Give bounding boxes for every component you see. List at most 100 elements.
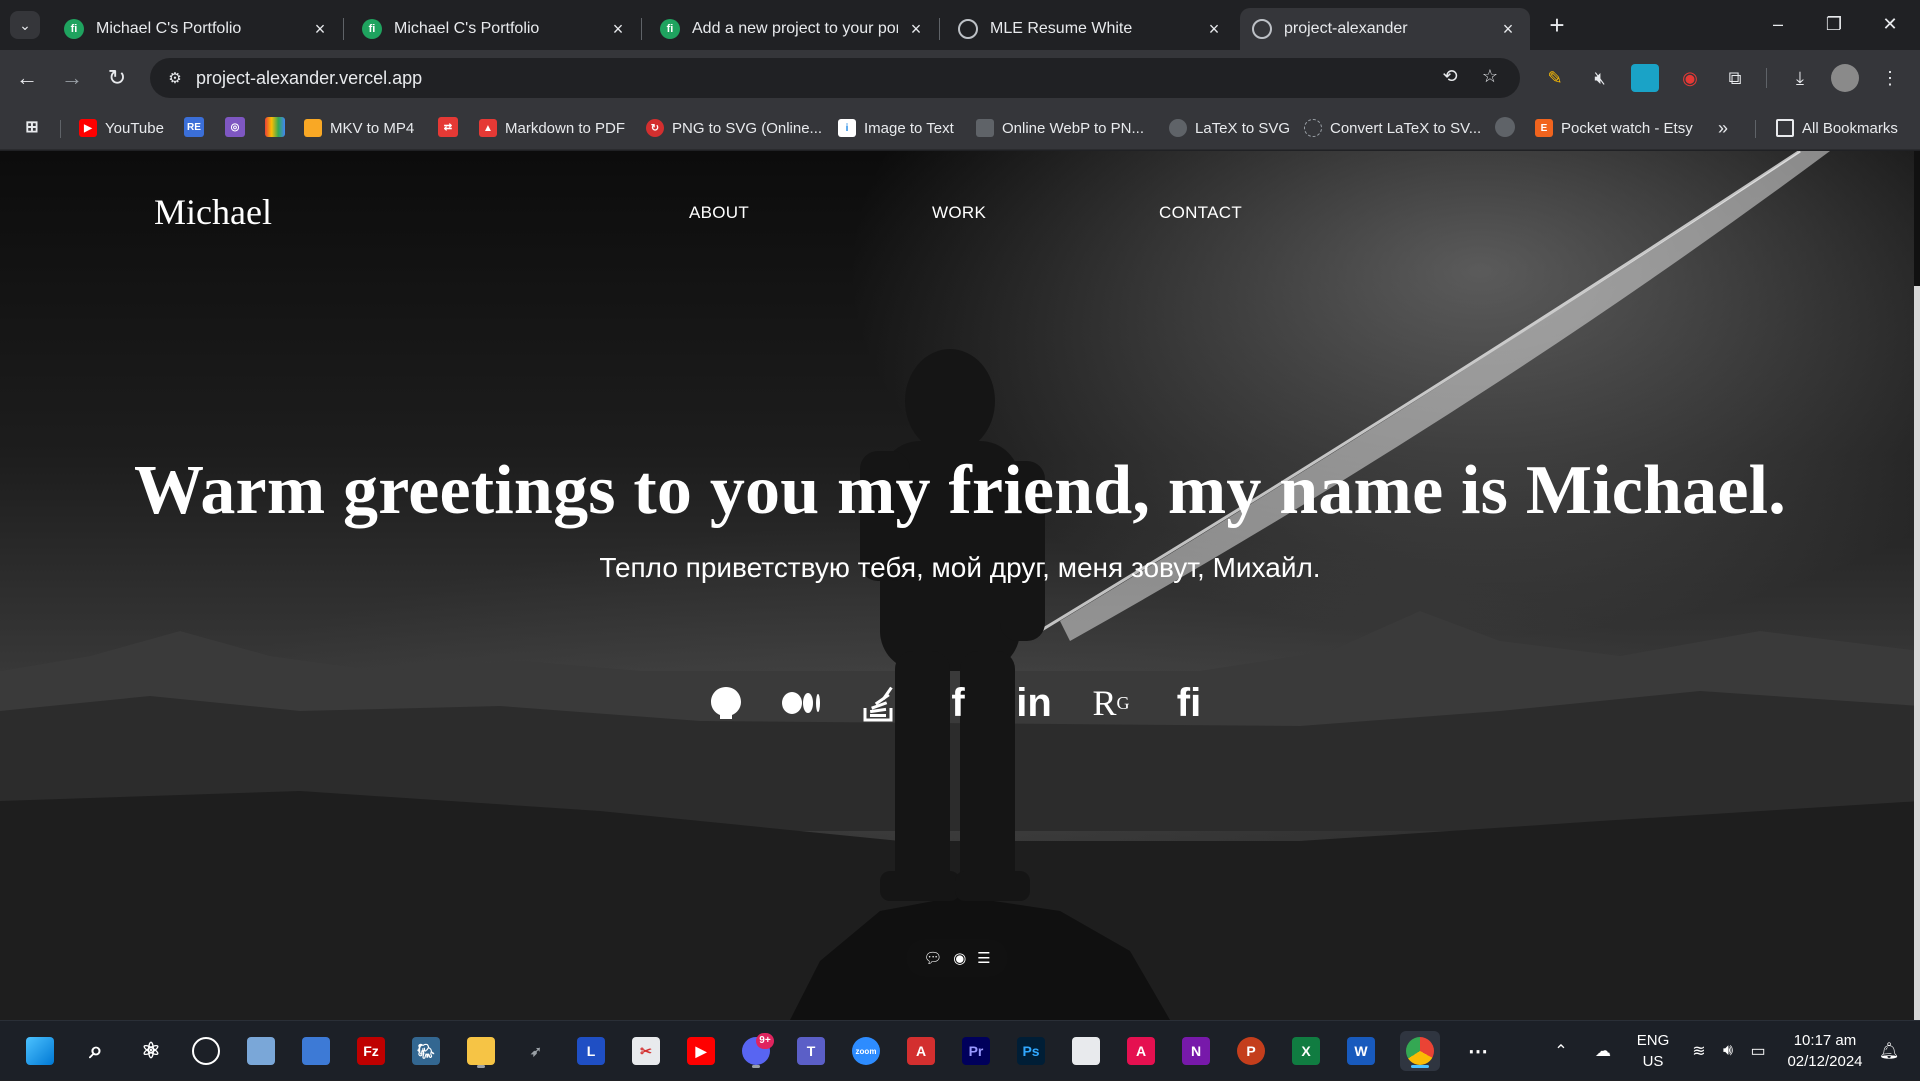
taskbar-word-app[interactable]: W bbox=[1341, 1031, 1381, 1071]
bookmark-markdown-to-pdf[interactable]: ▲ Markdown to PDF bbox=[479, 116, 625, 140]
new-tab-button[interactable]: + bbox=[1541, 10, 1573, 42]
taskbar-chrome-app[interactable] bbox=[1400, 1031, 1440, 1071]
nav-about[interactable]: ABOUT bbox=[689, 203, 749, 223]
taskbar-file-explorer-app[interactable] bbox=[461, 1031, 501, 1071]
more-bookmarks-button[interactable]: » bbox=[1718, 116, 1728, 140]
site-logo[interactable]: Michael bbox=[154, 191, 272, 233]
taskbar-postgres-app[interactable]: 🐘︎ bbox=[406, 1031, 446, 1071]
repo-icon[interactable]: RE bbox=[184, 117, 204, 137]
back-button[interactable]: ← bbox=[10, 61, 44, 95]
close-icon[interactable]: × bbox=[906, 19, 926, 40]
taskbar-onenote-app[interactable]: N bbox=[1176, 1031, 1216, 1071]
github-icon[interactable] bbox=[702, 679, 750, 727]
tab-3[interactable]: fi Add a new project to your portf × bbox=[648, 8, 938, 50]
apps-grid-icon[interactable]: ⊞ bbox=[22, 117, 42, 137]
volume-icon[interactable]: 🔊︎ bbox=[1714, 1021, 1742, 1081]
chat-bubble-icon[interactable]: 💬︎ bbox=[923, 949, 942, 967]
taskbar-premiere-app[interactable]: Pr bbox=[956, 1031, 996, 1071]
tab-1[interactable]: fi Michael C's Portfolio × bbox=[52, 8, 342, 50]
close-icon[interactable]: × bbox=[1498, 19, 1518, 40]
show-hidden-icons-button[interactable]: ⌃ bbox=[1548, 1021, 1574, 1081]
bookmark-mkv-to-mp4[interactable]: MKV to MP4 bbox=[304, 116, 414, 140]
menu-kebab-icon[interactable]: ⋮ bbox=[1876, 64, 1904, 92]
url-text[interactable]: project-alexander.vercel.app bbox=[196, 68, 422, 89]
taskbar-powerpoint-app[interactable]: P bbox=[1231, 1031, 1271, 1071]
podcast-icon[interactable]: ◎ bbox=[225, 117, 245, 137]
restore-button[interactable]: ❐ bbox=[1806, 8, 1862, 40]
bookmark-convert-latex[interactable]: Convert LaTeX to SV... bbox=[1304, 116, 1481, 140]
taskbar-feather-app[interactable]: ➶ bbox=[516, 1031, 556, 1071]
taskbar-photoshop-app[interactable]: Ps bbox=[1011, 1031, 1051, 1071]
taskbar-autocad-app[interactable]: A bbox=[1121, 1031, 1161, 1071]
taskbar-discord-app[interactable]: 9+ bbox=[736, 1031, 776, 1071]
bookmark-star-icon[interactable]: ☆ bbox=[1476, 66, 1504, 90]
scrollbar-track[interactable] bbox=[1914, 286, 1920, 1020]
taskbar-remote-desktop-app[interactable] bbox=[296, 1031, 336, 1071]
highlighter-extension-icon[interactable]: ✎ bbox=[1541, 64, 1569, 92]
downloads-icon[interactable]: ⤓ bbox=[1786, 64, 1814, 92]
close-icon[interactable]: × bbox=[1204, 19, 1224, 40]
notification-bell-icon[interactable]: 🔔︎ bbox=[1874, 1021, 1904, 1081]
profile-avatar[interactable] bbox=[1831, 64, 1859, 92]
hero-background-image bbox=[0, 151, 1920, 1020]
close-window-button[interactable]: ✕ bbox=[1862, 8, 1918, 40]
close-icon[interactable]: × bbox=[608, 19, 628, 40]
clock[interactable]: 10:17 am 02/12/2024 bbox=[1780, 1021, 1870, 1081]
site-settings-icon[interactable]: ⚙ bbox=[162, 69, 188, 87]
linkedin-icon[interactable]: in bbox=[1010, 679, 1058, 727]
taskbar-store-app[interactable] bbox=[1066, 1031, 1106, 1071]
bookmark-pocket-watch-etsy[interactable]: E Pocket watch - Etsy bbox=[1535, 116, 1693, 140]
minimize-button[interactable]: – bbox=[1750, 8, 1806, 40]
extensions-puzzle-icon[interactable]: ⧉ bbox=[1721, 64, 1749, 92]
onedrive-icon[interactable]: ☁ bbox=[1588, 1021, 1618, 1081]
wifi-icon[interactable]: ≋ bbox=[1684, 1021, 1714, 1081]
tab-4[interactable]: MLE Resume White × bbox=[946, 8, 1236, 50]
translate-icon[interactable]: ⟲ bbox=[1436, 66, 1464, 90]
bookmark-youtube[interactable]: ▶ YouTube bbox=[79, 116, 164, 140]
all-bookmarks-button[interactable]: All Bookmarks bbox=[1776, 116, 1898, 140]
bookmark-png-to-svg[interactable]: ↻ PNG to SVG (Online... bbox=[646, 116, 822, 140]
taskbar-monitor-app[interactable] bbox=[241, 1031, 281, 1071]
bookmark-webp-to-png[interactable]: Online WebP to PN... bbox=[976, 116, 1144, 140]
taskbar-snipping-app[interactable]: ✂ bbox=[626, 1031, 666, 1071]
address-bar[interactable]: ⚙ project-alexander.vercel.app ⟲ ☆ bbox=[150, 58, 1520, 98]
taskbar-teams-app[interactable]: T bbox=[791, 1031, 831, 1071]
taskbar-excel-app[interactable]: X bbox=[1286, 1031, 1326, 1071]
list-icon[interactable]: ☰ bbox=[977, 949, 990, 967]
fi-icon[interactable]: fi bbox=[1165, 679, 1213, 727]
start-button[interactable] bbox=[20, 1031, 60, 1071]
tab-search-button[interactable]: ⌄ bbox=[10, 11, 40, 39]
taskbar-atom-app[interactable]: ⚛ bbox=[131, 1031, 171, 1071]
taskbar-l-app[interactable]: L bbox=[571, 1031, 611, 1071]
taskbar-filezilla-app[interactable]: Fz bbox=[351, 1031, 391, 1071]
nav-work[interactable]: WORK bbox=[932, 203, 986, 223]
taskbar-acrobat-app[interactable]: A bbox=[901, 1031, 941, 1071]
swap-icon[interactable]: ⇄ bbox=[438, 117, 458, 137]
taskbar-zoom-app[interactable]: zoom bbox=[846, 1031, 886, 1071]
scrollbar-thumb[interactable] bbox=[1914, 151, 1920, 286]
extension-red-icon[interactable]: ◉ bbox=[1676, 64, 1704, 92]
reload-button[interactable]: ↻ bbox=[100, 61, 134, 95]
extension-blue-icon[interactable] bbox=[1631, 64, 1659, 92]
bookmark-latex-to-svg[interactable]: LaTeX to SVG bbox=[1169, 116, 1290, 140]
taskbar-search-button[interactable]: ⌕ bbox=[76, 1031, 116, 1071]
nav-contact[interactable]: CONTACT bbox=[1159, 203, 1242, 223]
eye-icon[interactable]: ◉ bbox=[953, 949, 966, 967]
researchgate-icon[interactable]: RG bbox=[1087, 679, 1135, 727]
taskbar-obs-app[interactable] bbox=[186, 1031, 226, 1071]
taskbar-youtube-app[interactable]: ▶ bbox=[681, 1031, 721, 1071]
taskbar-more-apps[interactable]: ⋯ bbox=[1458, 1031, 1498, 1071]
language-indicator[interactable]: ENG US bbox=[1628, 1021, 1678, 1081]
battery-icon[interactable]: ▭ bbox=[1744, 1021, 1772, 1081]
tab-5-active[interactable]: project-alexander × bbox=[1240, 8, 1530, 50]
mute-tab-icon[interactable]: 🔇︎ bbox=[1586, 64, 1614, 92]
facebook-icon[interactable]: f bbox=[934, 679, 982, 727]
tab-2[interactable]: fi Michael C's Portfolio × bbox=[350, 8, 640, 50]
close-icon[interactable]: × bbox=[310, 19, 330, 40]
color-grid-icon[interactable] bbox=[265, 117, 285, 137]
bookmark-image-to-text[interactable]: i Image to Text bbox=[838, 116, 954, 140]
globe-icon[interactable] bbox=[1495, 117, 1515, 137]
medium-icon[interactable] bbox=[778, 679, 826, 727]
forward-button[interactable]: → bbox=[55, 61, 89, 95]
stackoverflow-icon[interactable] bbox=[855, 679, 903, 727]
